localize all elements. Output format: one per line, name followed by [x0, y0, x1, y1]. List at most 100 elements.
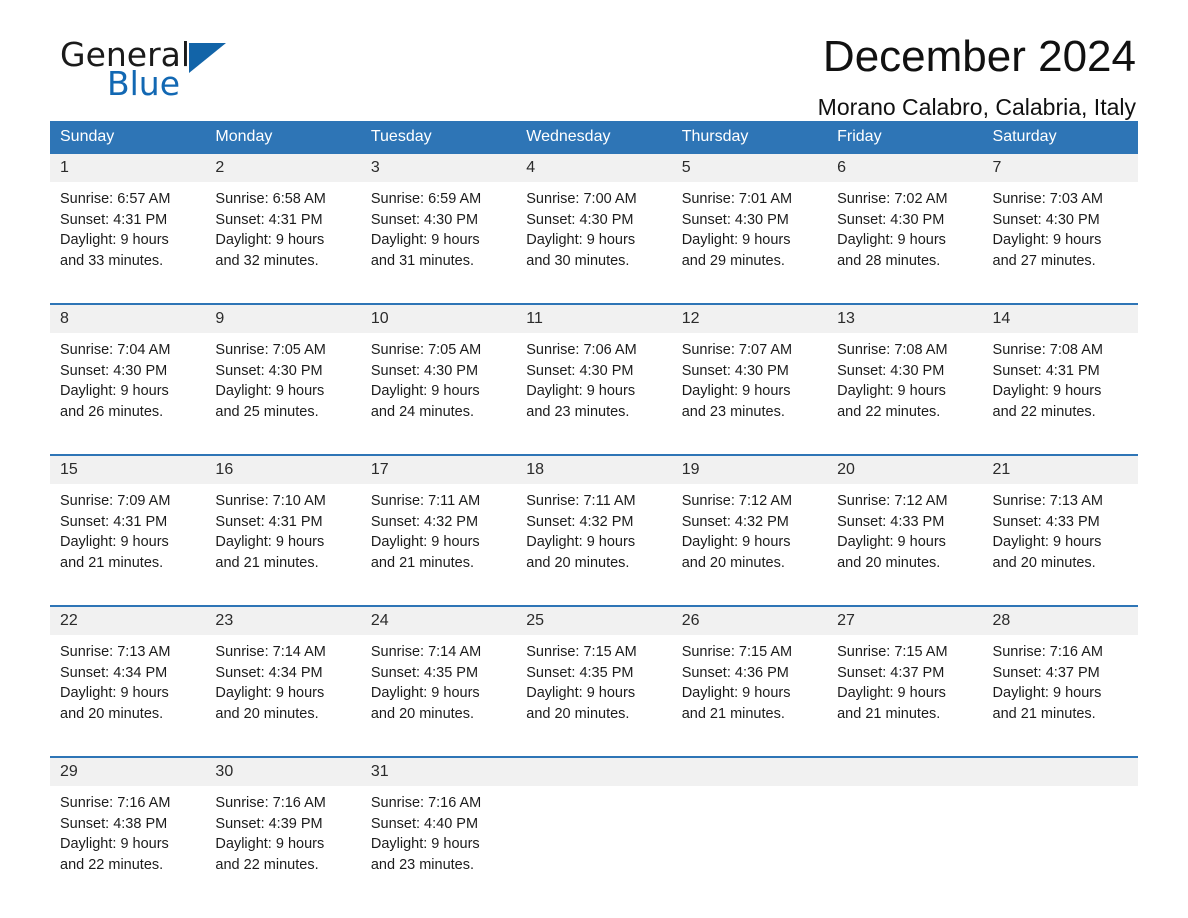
day-cell-26[interactable]: Sunrise: 7:15 AM Sunset: 4:36 PM Daylight:… [671, 635, 828, 734]
day-number-11[interactable]: 11 [516, 305, 672, 333]
day-number-16[interactable]: 16 [205, 456, 361, 484]
day-24-sunrise: Sunrise: 7:14 AM [370, 644, 482, 660]
day-cell-5[interactable]: Sunrise: 7:01 AM Sunset: 4:30 PM Daylight:… [671, 182, 828, 281]
weekday-header-thursday: Thursday [671, 121, 828, 154]
day-number-19[interactable]: 19 [671, 456, 828, 484]
day-number-21[interactable]: 21 [982, 456, 1138, 484]
day-cell-22[interactable]: Sunrise: 7:13 AM Sunset: 4:34 PM Daylight:… [50, 635, 206, 734]
day-25-sunrise: Sunrise: 7:15 AM [526, 644, 637, 660]
day-9-sunrise: Sunrise: 7:05 AM [215, 342, 326, 358]
day-7-sunset: Sunset: 4:30 PM [992, 211, 1100, 228]
day-number-8[interactable]: 8 [50, 305, 206, 333]
day-cell-19[interactable]: Sunrise: 7:12 AM Sunset: 4:32 PM Daylight:… [671, 484, 828, 583]
day-number-28[interactable]: 28 [982, 607, 1138, 635]
day-cell-25[interactable]: Sunrise: 7:15 AM Sunset: 4:35 PM Daylight:… [516, 635, 672, 734]
day-detail-row: Sunrise: 6:57 AM Sunset: 4:31 PM Daylight:… [50, 182, 1138, 281]
day-cell-13[interactable]: Sunrise: 7:08 AM Sunset: 4:30 PM Daylight:… [827, 333, 983, 432]
day-number-13[interactable]: 13 [827, 305, 983, 333]
day-number-14[interactable]: 14 [982, 305, 1138, 333]
day-number-12[interactable]: 12 [671, 305, 828, 333]
day-number-4[interactable]: 4 [516, 154, 672, 182]
day-number-10[interactable]: 10 [360, 305, 517, 333]
day-15-daylight1: Daylight: 9 hours [60, 534, 169, 551]
day-number-31[interactable]: 31 [360, 758, 517, 786]
day-2-daylight1: Daylight: 9 hours [215, 232, 325, 249]
day-number-row: 29 30 31 [50, 758, 1138, 786]
day-16-daylight2: and 21 minutes. [215, 554, 319, 571]
day-cell-9[interactable]: Sunrise: 7:05 AM Sunset: 4:30 PM Daylight:… [205, 333, 361, 432]
day-30-daylight1: Daylight: 9 hours [215, 836, 325, 853]
day-cell-4[interactable]: Sunrise: 7:00 AM Sunset: 4:30 PM Daylight:… [516, 182, 672, 281]
day-number-20[interactable]: 20 [827, 456, 983, 484]
day-15-sunset: Sunset: 4:31 PM [60, 513, 168, 530]
day-cell-20[interactable]: Sunrise: 7:12 AM Sunset: 4:33 PM Daylight:… [827, 484, 983, 583]
day-number-26[interactable]: 26 [671, 607, 828, 635]
day-cell-12[interactable]: Sunrise: 7:07 AM Sunset: 4:30 PM Daylight:… [671, 333, 828, 432]
day-14-daylight1: Daylight: 9 hours [992, 383, 1102, 400]
general-blue-logo[interactable]: General Blue [60, 38, 260, 108]
day-18-sunrise: Sunrise: 7:11 AM [526, 493, 636, 509]
day-cell-29[interactable]: Sunrise: 7:16 AM Sunset: 4:38 PM Daylight:… [50, 786, 206, 885]
day-cell-6[interactable]: Sunrise: 7:02 AM Sunset: 4:30 PM Daylight:… [827, 182, 983, 281]
day-number-24[interactable]: 24 [360, 607, 517, 635]
weekday-header-tuesday: Tuesday [360, 121, 517, 154]
day-22-sunset: Sunset: 4:34 PM [60, 664, 168, 681]
day-23-sunset: Sunset: 4:34 PM [215, 664, 323, 681]
day-cell-15[interactable]: Sunrise: 7:09 AM Sunset: 4:31 PM Daylight:… [50, 484, 206, 583]
day-cell-empty [982, 786, 1138, 885]
day-cell-2[interactable]: Sunrise: 6:58 AM Sunset: 4:31 PM Daylight:… [205, 182, 361, 281]
day-number-1[interactable]: 1 [50, 154, 206, 182]
day-cell-27[interactable]: Sunrise: 7:15 AM Sunset: 4:37 PM Daylight:… [827, 635, 983, 734]
day-21-sunrise: Sunrise: 7:13 AM [992, 493, 1103, 509]
weekday-header-monday: Monday [205, 121, 361, 154]
day-cell-23[interactable]: Sunrise: 7:14 AM Sunset: 4:34 PM Daylight:… [205, 635, 361, 734]
day-13-sunset: Sunset: 4:30 PM [837, 362, 945, 379]
day-number-row: 8 9 10 11 12 13 14 [50, 305, 1138, 333]
day-cell-30[interactable]: Sunrise: 7:16 AM Sunset: 4:39 PM Daylight:… [205, 786, 361, 885]
weekday-header-friday: Friday [827, 121, 983, 154]
day-cell-16[interactable]: Sunrise: 7:10 AM Sunset: 4:31 PM Daylight:… [205, 484, 361, 583]
day-cell-28[interactable]: Sunrise: 7:16 AM Sunset: 4:37 PM Daylight:… [982, 635, 1138, 734]
day-number-5[interactable]: 5 [671, 154, 828, 182]
day-cell-11[interactable]: Sunrise: 7:06 AM Sunset: 4:30 PM Daylight:… [516, 333, 672, 432]
day-cell-1[interactable]: Sunrise: 6:57 AM Sunset: 4:31 PM Daylight:… [50, 182, 206, 281]
day-cell-3[interactable]: Sunrise: 6:59 AM Sunset: 4:30 PM Daylight:… [360, 182, 517, 281]
day-cell-31[interactable]: Sunrise: 7:16 AM Sunset: 4:40 PM Daylight:… [360, 786, 517, 885]
day-number-17[interactable]: 17 [360, 456, 517, 484]
day-number-row: 22 23 24 25 26 27 28 [50, 607, 1138, 635]
day-cell-empty [671, 786, 828, 885]
day-number-2[interactable]: 2 [205, 154, 361, 182]
title-block: December 2024 Morano Calabro, Calabria, … [818, 0, 1138, 121]
day-number-6[interactable]: 6 [827, 154, 983, 182]
day-number-18[interactable]: 18 [516, 456, 672, 484]
day-11-sunset: Sunset: 4:30 PM [526, 362, 634, 379]
day-19-daylight2: and 20 minutes. [681, 554, 785, 571]
day-number-3[interactable]: 3 [360, 154, 517, 182]
day-number-row: 1234567 [50, 154, 1138, 182]
day-cell-18[interactable]: Sunrise: 7:11 AM Sunset: 4:32 PM Daylight:… [516, 484, 672, 583]
day-number-27[interactable]: 27 [827, 607, 983, 635]
day-cell-17[interactable]: Sunrise: 7:11 AM Sunset: 4:32 PM Daylight:… [360, 484, 517, 583]
day-number-23[interactable]: 23 [205, 607, 361, 635]
day-number-7[interactable]: 7 [982, 154, 1138, 182]
day-14-daylight2: and 22 minutes. [992, 403, 1096, 420]
day-2-sunrise: Sunrise: 6:58 AM [215, 191, 326, 207]
day-number-9[interactable]: 9 [205, 305, 361, 333]
day-number-22[interactable]: 22 [50, 607, 206, 635]
day-cell-8[interactable]: Sunrise: 7:04 AM Sunset: 4:30 PM Daylight:… [50, 333, 206, 432]
day-number-15[interactable]: 15 [50, 456, 206, 484]
day-cell-7[interactable]: Sunrise: 7:03 AM Sunset: 4:30 PM Daylight:… [982, 182, 1138, 281]
week-gap [50, 583, 1138, 605]
day-cell-24[interactable]: Sunrise: 7:14 AM Sunset: 4:35 PM Daylight:… [360, 635, 517, 734]
day-cell-21[interactable]: Sunrise: 7:13 AM Sunset: 4:33 PM Daylight:… [982, 484, 1138, 583]
day-15-daylight2: and 21 minutes. [60, 554, 164, 571]
day-cell-10[interactable]: Sunrise: 7:05 AM Sunset: 4:30 PM Daylight:… [360, 333, 517, 432]
day-31-sunrise: Sunrise: 7:16 AM [370, 795, 482, 811]
day-number-30[interactable]: 30 [205, 758, 361, 786]
day-3-daylight2: and 31 minutes. [370, 252, 475, 269]
day-number-29[interactable]: 29 [50, 758, 206, 786]
day-12-daylight2: and 23 minutes. [681, 403, 785, 420]
day-number-25[interactable]: 25 [516, 607, 672, 635]
day-cell-14[interactable]: Sunrise: 7:08 AM Sunset: 4:31 PM Daylight:… [982, 333, 1138, 432]
day-31-sunset: Sunset: 4:40 PM [370, 815, 479, 832]
